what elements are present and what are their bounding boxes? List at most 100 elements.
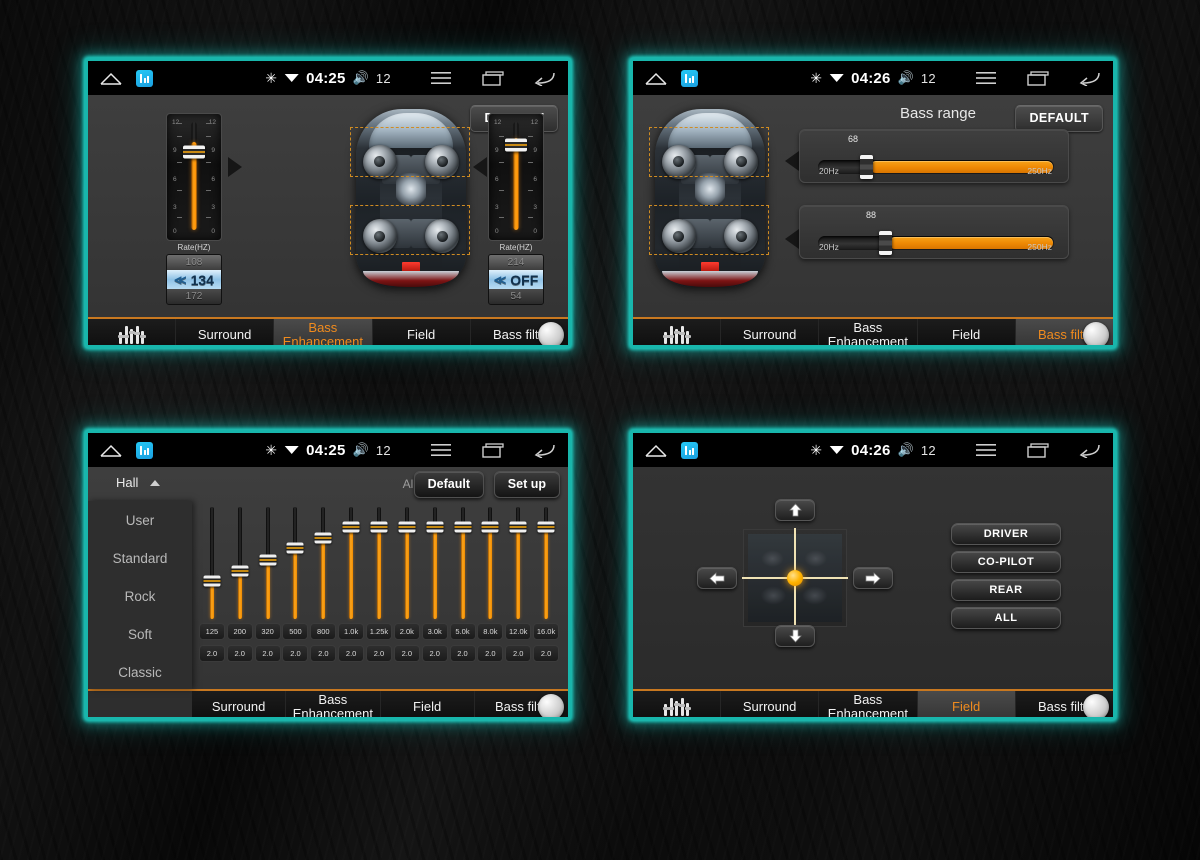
left-rate-fader[interactable]: 12 12 9 9 6 6 3 3 0 0 Rate(HZ) 108 ≪ 134… (166, 113, 222, 305)
volume-knob[interactable] (538, 694, 564, 717)
right-value-above[interactable]: 214 (489, 255, 543, 270)
recents-icon[interactable] (482, 441, 504, 459)
tab-surround[interactable]: Surround (176, 319, 275, 345)
front-speaker-selection-box[interactable] (649, 127, 769, 177)
left-fader-knob[interactable] (183, 145, 205, 159)
eq-slider[interactable] (198, 503, 226, 621)
tab-field[interactable]: Field (917, 319, 1016, 345)
bass-range-slider-front[interactable]: 68 20Hz 250Hz (799, 129, 1069, 183)
seat-button-rear[interactable]: REAR (951, 579, 1061, 601)
volume-knob[interactable] (538, 322, 564, 345)
menu-icon[interactable] (430, 69, 452, 87)
seat-button-copilot[interactable]: CO-PILOT (951, 551, 1061, 573)
rear-slider-handle[interactable] (879, 231, 893, 255)
dropdown-item-user[interactable]: User (88, 501, 192, 539)
tab-bass-filter[interactable]: Bass filte (1015, 691, 1113, 717)
volume-knob[interactable] (1083, 322, 1109, 345)
right-rate-fader[interactable]: 12 12 9 9 6 6 3 3 0 0 Rate(HZ) 214 ≪ OFF… (488, 113, 544, 305)
right-fader-box[interactable]: 12 12 9 9 6 6 3 3 0 0 (488, 113, 544, 241)
tab-equalizer[interactable] (88, 319, 176, 345)
eq-setup-button[interactable]: Set up (493, 471, 560, 498)
audio-app-icon[interactable] (136, 69, 153, 87)
audio-app-icon[interactable] (681, 69, 698, 87)
home-icon[interactable] (100, 444, 122, 457)
tab-surround[interactable]: Surround (721, 319, 820, 345)
eq-slider[interactable] (226, 503, 254, 621)
home-icon[interactable] (100, 72, 122, 85)
tab-bass-enhancement[interactable]: Bass Enhancement (286, 691, 381, 717)
right-value-below[interactable]: 54 (489, 289, 543, 304)
home-icon[interactable] (645, 72, 667, 85)
tab-surround[interactable]: Surround (192, 691, 287, 717)
tab-bass-enhancement[interactable]: Bass Enhancement (274, 319, 373, 345)
home-icon[interactable] (645, 444, 667, 457)
tab-bass-enhancement[interactable]: Bass Enhancement (819, 691, 918, 717)
back-icon[interactable] (534, 69, 556, 87)
preset-selector[interactable]: Hall (116, 475, 161, 490)
arrow-down-button[interactable] (775, 625, 815, 647)
eq-slider[interactable] (365, 503, 393, 621)
back-icon[interactable] (534, 441, 556, 459)
volume-knob[interactable] (1083, 694, 1109, 717)
menu-icon[interactable] (975, 441, 997, 459)
eq-default-button[interactable]: Default (413, 471, 484, 498)
menu-icon[interactable] (975, 69, 997, 87)
front-slider-track[interactable] (818, 155, 1054, 179)
sound-field-position-dot[interactable] (787, 570, 803, 586)
arrow-right-button[interactable] (853, 567, 893, 589)
eq-slider[interactable] (309, 503, 337, 621)
tab-field[interactable]: Field (917, 691, 1016, 717)
back-icon[interactable] (1079, 69, 1101, 87)
recents-icon[interactable] (1027, 441, 1049, 459)
tab-field[interactable]: Field (380, 691, 475, 717)
bass-range-slider-rear[interactable]: 88 20Hz 250Hz (799, 205, 1069, 259)
rear-speaker-selection-box[interactable] (350, 205, 470, 255)
chevron-up-icon[interactable] (150, 479, 161, 486)
rear-slider-track[interactable] (818, 231, 1054, 255)
left-value-stepper[interactable]: 108 ≪ 134 172 (166, 254, 222, 305)
right-value-selected[interactable]: ≪ OFF (489, 270, 543, 289)
dropdown-item-standard[interactable]: Standard (88, 539, 192, 577)
eq-slider[interactable] (504, 503, 532, 621)
dropdown-item-soft[interactable]: Soft (88, 615, 192, 653)
tab-bass-filter[interactable]: Bass filte (1015, 319, 1113, 345)
tab-equalizer[interactable] (633, 319, 721, 345)
dropdown-item-classic[interactable]: Classic (88, 653, 192, 689)
eq-slider[interactable] (254, 503, 282, 621)
tab-bass-enhancement[interactable]: Bass Enhancement (819, 319, 918, 345)
tab-bass-filter[interactable]: Bass filte (474, 691, 568, 717)
eq-slider[interactable] (449, 503, 477, 621)
seat-button-all[interactable]: ALL (951, 607, 1061, 629)
tab-surround[interactable]: Surround (721, 691, 820, 717)
rear-speaker-selection-box[interactable] (649, 205, 769, 255)
tab-equalizer[interactable] (633, 691, 721, 717)
front-speaker-selection-box[interactable] (350, 127, 470, 177)
eq-slider[interactable] (393, 503, 421, 621)
audio-app-icon[interactable] (136, 441, 153, 459)
eq-slider[interactable] (421, 503, 449, 621)
recents-icon[interactable] (1027, 69, 1049, 87)
front-slider-handle[interactable] (860, 155, 874, 179)
eq-slider[interactable] (282, 503, 310, 621)
seat-button-driver[interactable]: DRIVER (951, 523, 1061, 545)
left-value-selected[interactable]: ≪ 134 (167, 270, 221, 289)
dropdown-item-rock[interactable]: Rock (88, 577, 192, 615)
recents-icon[interactable] (482, 69, 504, 87)
left-value-below[interactable]: 172 (167, 289, 221, 304)
left-value-above[interactable]: 108 (167, 255, 221, 270)
sound-field-pad[interactable] (742, 528, 848, 628)
right-value-stepper[interactable]: 214 ≪ OFF 54 (488, 254, 544, 305)
audio-app-icon[interactable] (681, 441, 698, 459)
left-fader-box[interactable]: 12 12 9 9 6 6 3 3 0 0 (166, 113, 222, 241)
tab-field[interactable]: Field (372, 319, 471, 345)
tab-bass-filter[interactable]: Bass filte (470, 319, 568, 345)
preset-dropdown[interactable]: User Standard Rock Soft Classic Pop (88, 501, 192, 689)
arrow-up-button[interactable] (775, 499, 815, 521)
eq-slider[interactable] (532, 503, 560, 621)
arrow-left-button[interactable] (697, 567, 737, 589)
menu-icon[interactable] (430, 441, 452, 459)
back-icon[interactable] (1079, 441, 1101, 459)
eq-slider[interactable] (337, 503, 365, 621)
right-fader-knob[interactable] (505, 138, 527, 152)
eq-slider[interactable] (476, 503, 504, 621)
